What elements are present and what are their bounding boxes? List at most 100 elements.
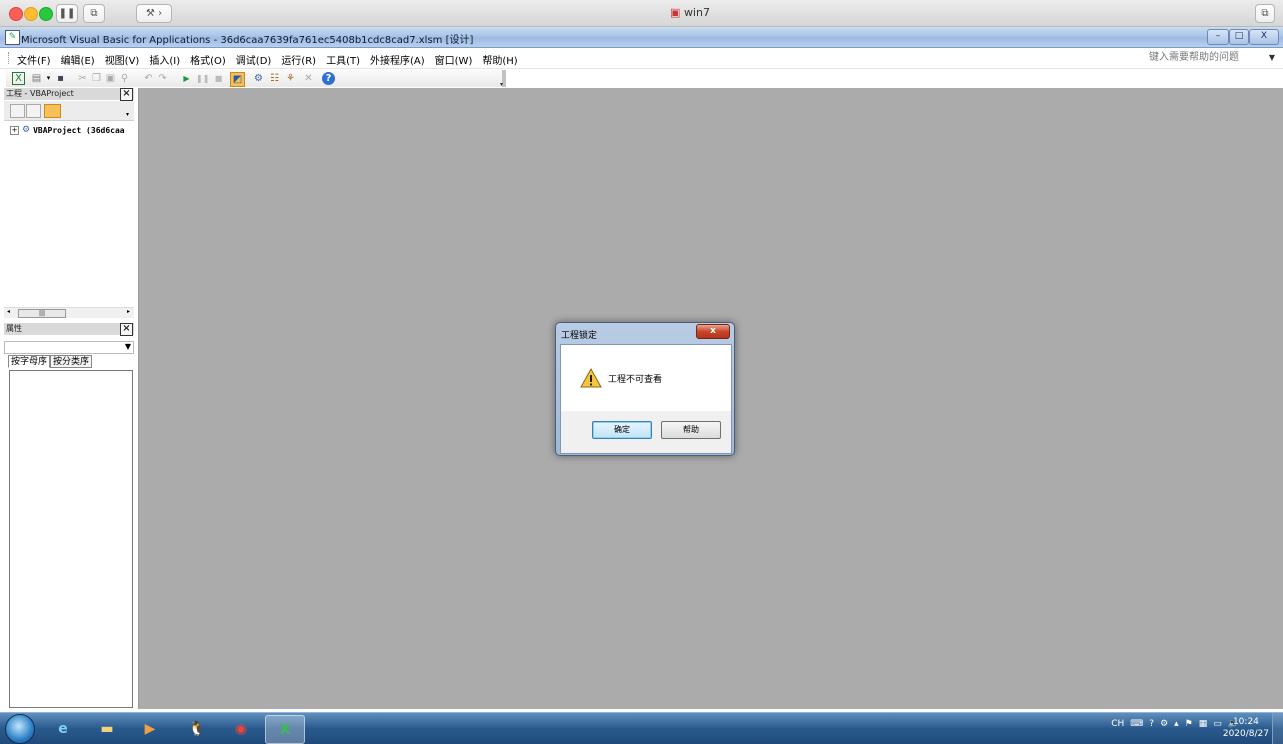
- qq-taskbar-button[interactable]: 🐧: [178, 715, 216, 742]
- ie-taskbar-button[interactable]: e: [44, 715, 82, 742]
- help-icon[interactable]: ?: [322, 72, 335, 85]
- settings-icon[interactable]: ⚙: [1160, 719, 1168, 729]
- close-window-button[interactable]: [9, 7, 23, 21]
- find-icon[interactable]: ⚲: [118, 72, 131, 85]
- dialog-close-button[interactable]: x: [696, 324, 730, 339]
- undo-icon[interactable]: ↶: [142, 72, 155, 85]
- view-code-icon[interactable]: [10, 104, 25, 118]
- restore-button[interactable]: □: [1229, 29, 1249, 45]
- save-icon[interactable]: ▪: [54, 72, 67, 85]
- menu-bar: 文件(F) 编辑(E) 视图(V) 插入(I) 格式(O) 调试(D) 运行(R…: [0, 48, 1283, 69]
- menu-addins[interactable]: 外接程序(A): [370, 52, 425, 67]
- tab-categorized[interactable]: 按分类序: [50, 355, 93, 368]
- left-dock: 工程 - VBAProject × ▾ + ⚙ VBAProject (36d6…: [0, 88, 139, 709]
- dialog-body: 工程不可查看 确定 帮助: [560, 344, 732, 454]
- taskbar: e ▬ ▶ 🐧 ◉ X CH ⌨ ? ⚙ ▴ ⚑ ▦ ▭ 🔈 10:24 202…: [0, 712, 1283, 744]
- excel-taskbar-button[interactable]: X: [265, 715, 305, 744]
- help-search-input[interactable]: 键入需要帮助的问题 ▼: [1145, 50, 1277, 65]
- monitor-icon[interactable]: ▭: [1213, 719, 1222, 729]
- input-language[interactable]: CH: [1111, 719, 1124, 729]
- menu-edit[interactable]: 编辑(E): [61, 52, 95, 67]
- properties-grid[interactable]: [9, 370, 133, 708]
- cut-icon[interactable]: ✂: [76, 72, 89, 85]
- minimize-button[interactable]: –: [1207, 29, 1229, 45]
- pause-button[interactable]: ❚❚: [56, 4, 78, 23]
- chevron-down-icon[interactable]: ▼: [125, 342, 131, 351]
- tree-item-vbaproject[interactable]: + ⚙ VBAProject (36d6caa: [10, 125, 125, 135]
- design-mode-icon[interactable]: ◩: [230, 72, 245, 87]
- project-tree[interactable]: + ⚙ VBAProject (36d6caa: [4, 121, 134, 306]
- project-locked-dialog: 工程锁定 x 工程不可查看 确定 帮助: [555, 322, 735, 456]
- qq-penguin-icon: 🐧: [188, 720, 206, 737]
- object-browser-icon[interactable]: ⚘: [284, 72, 297, 85]
- menu-view[interactable]: 视图(V): [105, 52, 140, 67]
- toggle-folders-icon[interactable]: [44, 104, 61, 118]
- paste-icon[interactable]: ▣: [104, 72, 117, 85]
- scroll-right-icon[interactable]: ▸: [127, 308, 130, 315]
- snapshot-button[interactable]: ⧉: [83, 4, 105, 23]
- fullscreen-icon: ⧉: [1261, 8, 1269, 19]
- wrench-icon: ⚒ ›: [145, 8, 163, 19]
- zoom-window-button[interactable]: [39, 7, 53, 21]
- chevron-down-icon[interactable]: ▾: [126, 111, 129, 118]
- run-icon[interactable]: ▶: [180, 72, 193, 85]
- break-icon[interactable]: ❚❚: [196, 72, 209, 85]
- clock[interactable]: 10:24 2020/8/27: [1223, 716, 1269, 740]
- properties-object-select[interactable]: ▼: [4, 341, 134, 354]
- show-desktop-button[interactable]: [1272, 713, 1283, 744]
- close-button[interactable]: X: [1249, 29, 1279, 45]
- close-properties-pane-button[interactable]: ×: [120, 323, 133, 336]
- chevron-down-icon[interactable]: ▼: [1269, 50, 1275, 65]
- vba-window-title: Microsoft Visual Basic for Applications …: [21, 35, 474, 46]
- project-tree-scrollbar[interactable]: ◂ ||| ▸: [4, 307, 134, 318]
- settings-button[interactable]: ⚒ ›: [136, 4, 172, 23]
- properties-window-icon[interactable]: ☷: [268, 72, 281, 85]
- toolbar-band: X ▤ ▾ ▪ ✂ ❐ ▣ ⚲ ↶ ↷ ▶ ❚❚ ■ ◩ ⚙ ☷ ⚘ ✕ ? ▾: [6, 70, 506, 88]
- close-project-pane-button[interactable]: ×: [120, 88, 133, 101]
- menu-window[interactable]: 窗口(W): [435, 52, 473, 67]
- explorer-taskbar-button[interactable]: ▬: [88, 715, 126, 742]
- tab-alphabetic[interactable]: 按字母序: [8, 355, 51, 368]
- expand-icon[interactable]: +: [10, 125, 19, 135]
- view-object-icon[interactable]: [26, 104, 41, 118]
- menu-help[interactable]: 帮助(H): [482, 52, 517, 67]
- minimize-window-button[interactable]: [24, 7, 38, 21]
- host-titlebar: ❚❚ ⧉ ⚒ › ▣ win7 ⧉: [0, 0, 1283, 27]
- properties-pane-header: 属性 ×: [4, 323, 134, 336]
- menu-format[interactable]: 格式(O): [190, 52, 226, 67]
- reset-icon[interactable]: ■: [212, 72, 225, 85]
- menu-debug[interactable]: 调试(D): [236, 52, 272, 67]
- project-icon: ⚙: [22, 125, 31, 135]
- vba-app-icon: ✎: [5, 30, 20, 45]
- chrome-taskbar-button[interactable]: ◉: [222, 715, 260, 742]
- scroll-left-icon[interactable]: ◂: [7, 308, 10, 315]
- help-icon[interactable]: ?: [1149, 719, 1154, 729]
- menu-insert[interactable]: 插入(I): [149, 52, 180, 67]
- copy-icon[interactable]: ❐: [90, 72, 103, 85]
- keyboard-icon[interactable]: ⌨: [1130, 719, 1143, 729]
- menu-grip[interactable]: [8, 52, 11, 64]
- start-button[interactable]: [5, 714, 35, 744]
- fullscreen-button[interactable]: ⧉: [1255, 4, 1275, 23]
- snapshot-icon: ⧉: [90, 8, 98, 19]
- menu-run[interactable]: 运行(R): [281, 52, 316, 67]
- toolbox-icon[interactable]: ✕: [302, 72, 315, 85]
- vba-titlebar: ✎ Microsoft Visual Basic for Application…: [0, 27, 1283, 48]
- show-hidden-icons[interactable]: ▴: [1174, 719, 1179, 729]
- chrome-icon: ◉: [234, 720, 248, 737]
- dialog-title: 工程锁定: [561, 331, 598, 341]
- media-player-icon: ▶: [144, 720, 156, 737]
- media-player-taskbar-button[interactable]: ▶: [131, 715, 169, 742]
- host-title: ▣ win7: [670, 6, 710, 19]
- redo-icon[interactable]: ↷: [156, 72, 169, 85]
- scroll-thumb[interactable]: |||: [18, 309, 66, 318]
- menu-file[interactable]: 文件(F): [17, 52, 51, 67]
- help-button[interactable]: 帮助: [661, 421, 721, 439]
- menu-tools[interactable]: 工具(T): [326, 52, 360, 67]
- network-icon[interactable]: ▦: [1199, 719, 1208, 729]
- system-tray: CH ⌨ ? ⚙ ▴ ⚑ ▦ ▭ 🔈: [1111, 719, 1239, 729]
- ok-button[interactable]: 确定: [592, 421, 652, 439]
- excel-view-icon[interactable]: X: [12, 72, 25, 85]
- project-explorer-icon[interactable]: ⚙: [252, 72, 265, 85]
- flag-icon[interactable]: ⚑: [1185, 719, 1193, 729]
